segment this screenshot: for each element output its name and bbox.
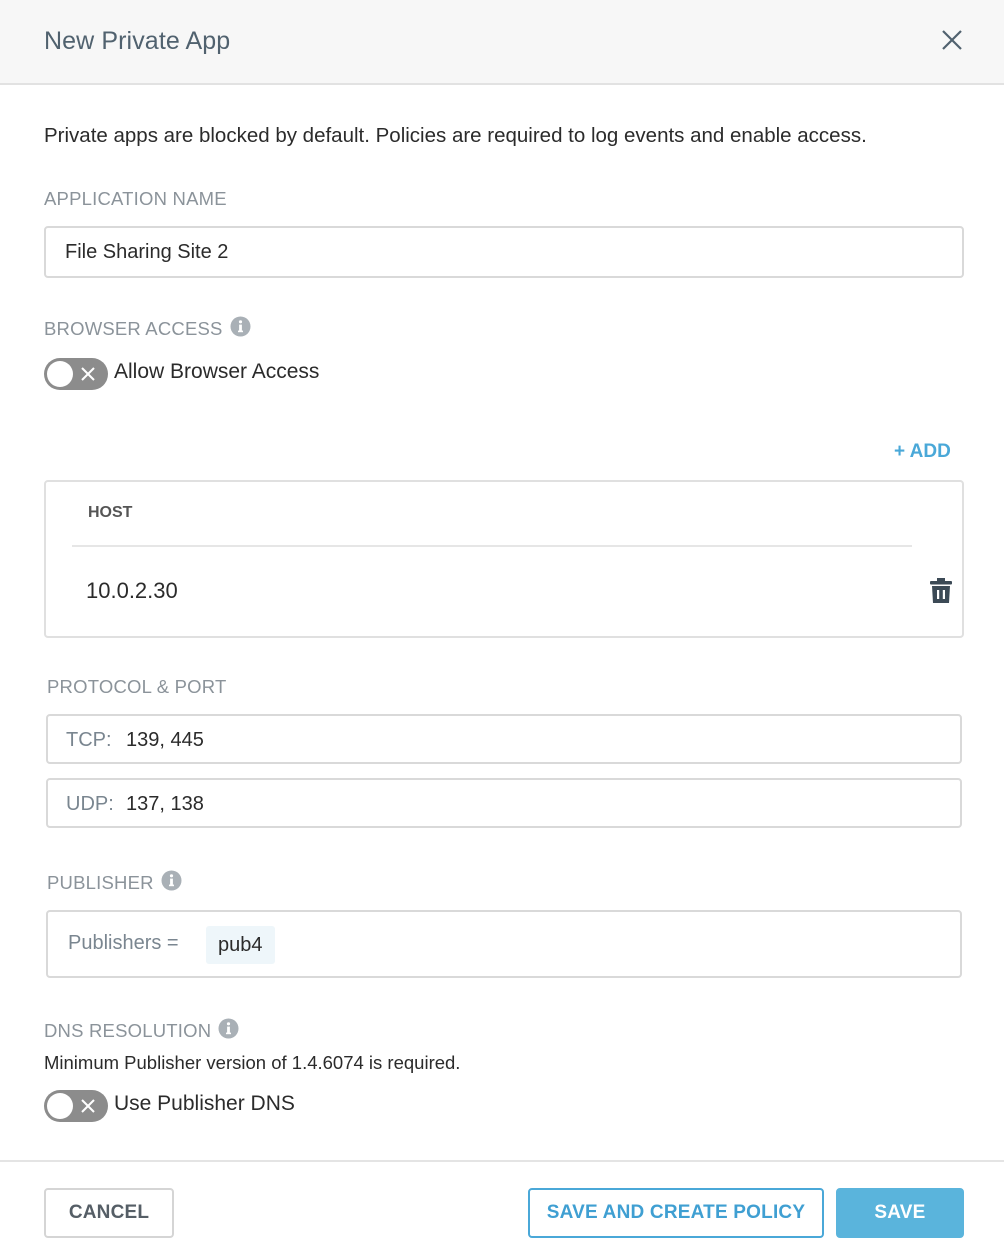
udp-value: 137, 138 xyxy=(126,793,204,815)
tcp-key: TCP: xyxy=(66,729,112,751)
save-button[interactable]: SAVE xyxy=(836,1188,964,1238)
dns-resolution-label: DNS RESOLUTION xyxy=(44,1018,239,1042)
cancel-button[interactable]: CANCEL xyxy=(44,1188,174,1238)
publisher-key: Publishers = xyxy=(68,932,179,954)
tcp-value: 139, 445 xyxy=(126,729,204,751)
intro-text: Private apps are blocked by default. Pol… xyxy=(44,124,867,147)
delete-host-icon[interactable] xyxy=(930,578,952,604)
dns-version-note: Minimum Publisher version of 1.4.6074 is… xyxy=(44,1052,461,1073)
close-icon[interactable] xyxy=(936,24,968,56)
save-and-create-policy-button[interactable]: SAVE AND CREATE POLICY xyxy=(528,1188,824,1238)
application-name-label: APPLICATION NAME xyxy=(44,188,227,209)
info-icon[interactable] xyxy=(218,1018,239,1039)
footer-divider xyxy=(0,1160,1004,1162)
protocol-port-label: PROTOCOL & PORT xyxy=(47,676,227,697)
publisher-label: PUBLISHER xyxy=(47,870,182,894)
application-name-input[interactable]: File Sharing Site 2 xyxy=(44,226,964,278)
dialog-header: New Private App xyxy=(0,0,1004,85)
dialog-title: New Private App xyxy=(44,27,231,55)
publisher-select[interactable]: Publishers = pub4 xyxy=(46,910,962,978)
add-host-button[interactable]: + ADD xyxy=(894,441,951,463)
host-table: HOST 10.0.2.30 xyxy=(44,480,964,638)
udp-key: UDP: xyxy=(66,793,114,815)
toggle-knob xyxy=(47,361,73,387)
host-row-value[interactable]: 10.0.2.30 xyxy=(86,578,178,604)
divider xyxy=(72,545,912,547)
allow-browser-access-label: Allow Browser Access xyxy=(114,360,320,383)
use-publisher-dns-toggle[interactable] xyxy=(44,1090,108,1122)
browser-access-label: BROWSER ACCESS xyxy=(44,316,251,340)
host-column-header: HOST xyxy=(88,504,133,521)
toggle-off-icon xyxy=(81,1099,95,1113)
tcp-port-input[interactable]: TCP: 139, 445 xyxy=(46,714,962,764)
info-icon[interactable] xyxy=(230,316,251,337)
application-name-value: File Sharing Site 2 xyxy=(65,241,229,263)
allow-browser-access-toggle[interactable] xyxy=(44,358,108,390)
publisher-chip[interactable]: pub4 xyxy=(206,926,275,964)
toggle-knob xyxy=(47,1093,73,1119)
use-publisher-dns-label: Use Publisher DNS xyxy=(114,1092,295,1115)
udp-port-input[interactable]: UDP: 137, 138 xyxy=(46,778,962,828)
info-icon[interactable] xyxy=(161,870,182,891)
toggle-off-icon xyxy=(81,367,95,381)
